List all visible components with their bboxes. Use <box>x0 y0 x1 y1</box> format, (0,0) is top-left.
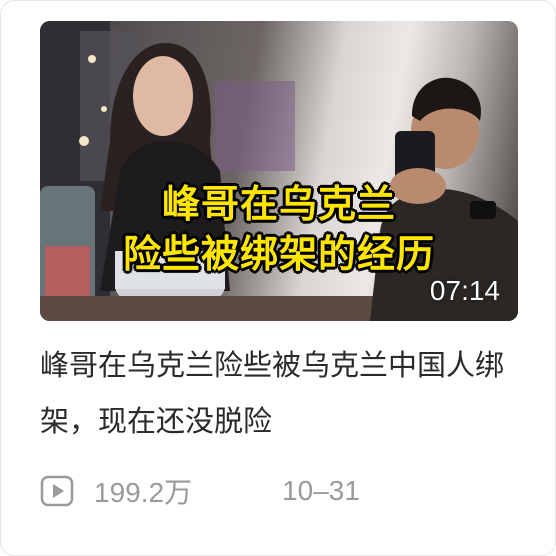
thumbnail-caption-line-2: 险些被绑架的经历 <box>122 232 435 276</box>
video-thumbnail[interactable]: 峰哥在乌克兰 险些被绑架的经历 07:14 <box>40 21 518 321</box>
play-count-icon <box>40 475 74 507</box>
publish-date: 10–31 <box>282 475 360 506</box>
thumbnail-caption: 峰哥在乌克兰 险些被绑架的经历 <box>40 179 518 279</box>
video-meta: 199.2万 10–31 <box>40 471 520 511</box>
video-card[interactable]: 峰哥在乌克兰 险些被绑架的经历 07:14 峰哥在乌克兰险些被乌克兰中国人绑架，… <box>0 0 556 556</box>
view-count: 199.2万 <box>94 477 193 508</box>
thumbnail-caption-line-1: 峰哥在乌克兰 <box>161 182 396 226</box>
video-title[interactable]: 峰哥在乌克兰险些被乌克兰中国人绑架，现在还没脱险 <box>40 337 520 449</box>
video-duration: 07:14 <box>429 275 500 306</box>
